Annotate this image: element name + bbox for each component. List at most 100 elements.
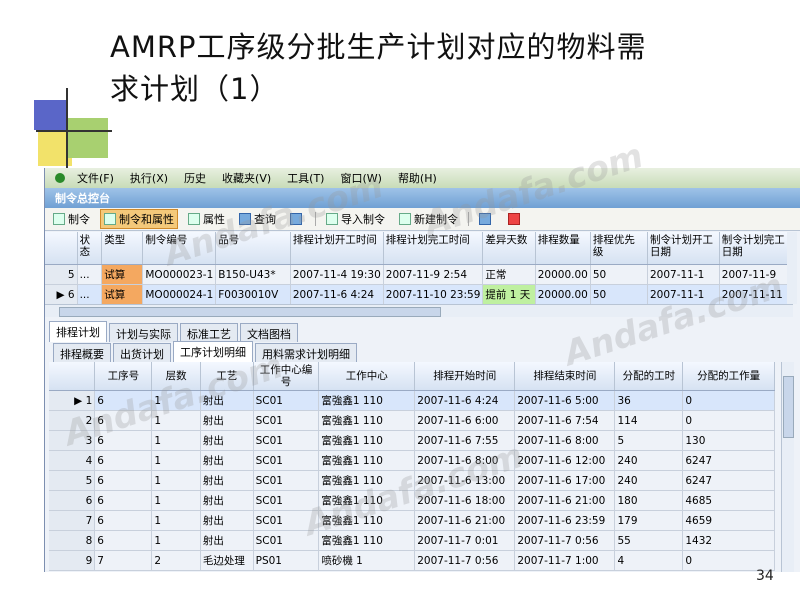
cell[interactable]: 试算 bbox=[101, 284, 144, 305]
column-header[interactable]: 工作中心编号 bbox=[253, 362, 320, 391]
menu-item-history[interactable]: 历史 bbox=[184, 170, 206, 186]
cell[interactable]: SC01 bbox=[253, 390, 320, 411]
toolbar-close-button[interactable] bbox=[504, 211, 527, 227]
cell[interactable]: 2007-11-6 4:24 bbox=[414, 390, 516, 411]
column-header[interactable]: 工序号 bbox=[94, 362, 153, 391]
toolbar-attr-button[interactable]: 属性 bbox=[184, 209, 229, 229]
cell[interactable]: SC01 bbox=[253, 470, 320, 491]
cell[interactable]: 2007-11-6 6:00 bbox=[414, 410, 516, 431]
cell[interactable]: 2007-11-4 19:30 bbox=[290, 264, 384, 285]
column-header[interactable]: 排程开始时间 bbox=[414, 362, 516, 391]
menu-item-help[interactable]: 帮助(H) bbox=[398, 170, 437, 186]
cell[interactable]: 富強鑫1 110 bbox=[318, 450, 416, 471]
cell[interactable]: 2007-11-6 17:00 bbox=[514, 470, 616, 491]
cell[interactable]: 2007-11-1 bbox=[647, 284, 720, 305]
cell[interactable]: 130 bbox=[682, 430, 775, 451]
scrollbar-thumb[interactable] bbox=[59, 307, 441, 317]
cell[interactable]: 4 bbox=[614, 550, 684, 571]
cell[interactable]: 1432 bbox=[682, 530, 775, 551]
cell[interactable]: ... bbox=[77, 264, 103, 285]
table-row[interactable]: 3 6 1 射出 SC01 富強鑫1 110 2007-11-6 7:55 20… bbox=[49, 430, 775, 451]
cell[interactable]: 2007-11-6 5:00 bbox=[514, 390, 616, 411]
toolbar-order-button[interactable]: 制令 bbox=[49, 209, 94, 229]
tab-schedule-plan[interactable]: 排程计划 bbox=[49, 321, 107, 342]
cell[interactable]: 6 bbox=[94, 410, 153, 431]
cell[interactable]: 1 bbox=[151, 430, 201, 451]
column-header[interactable]: 状态 bbox=[77, 232, 103, 265]
cell[interactable]: 2007-11-9 2:54 bbox=[383, 264, 484, 285]
cell[interactable]: 2007-11-11 bbox=[719, 284, 794, 305]
cell[interactable]: SC01 bbox=[253, 490, 320, 511]
cell[interactable]: 55 bbox=[614, 530, 684, 551]
cell[interactable]: 1 bbox=[151, 490, 201, 511]
cell[interactable]: 2007-11-6 7:54 bbox=[514, 410, 616, 431]
menu-item-execute[interactable]: 执行(X) bbox=[130, 170, 168, 186]
cell[interactable]: 240 bbox=[614, 450, 684, 471]
tab-standard-process[interactable]: 标准工艺 bbox=[180, 323, 238, 342]
tab-material-plan-detail[interactable]: 用料需求计划明细 bbox=[255, 343, 357, 362]
column-header[interactable]: 分配的工时 bbox=[614, 362, 684, 391]
cell[interactable]: 6247 bbox=[682, 470, 775, 491]
cell[interactable]: 2007-11-7 1:00 bbox=[514, 550, 616, 571]
table-row[interactable]: 6 6 1 射出 SC01 富強鑫1 110 2007-11-6 18:00 2… bbox=[49, 490, 775, 511]
tab-shipping-plan[interactable]: 出货计划 bbox=[113, 343, 171, 362]
cell[interactable]: ... bbox=[77, 284, 103, 305]
cell[interactable]: SC01 bbox=[253, 450, 320, 471]
column-header[interactable]: 层数 bbox=[151, 362, 201, 391]
tab-plan-vs-actual[interactable]: 计划与实际 bbox=[109, 323, 178, 342]
cell[interactable]: 6 bbox=[94, 490, 153, 511]
cell[interactable]: 5 bbox=[614, 430, 684, 451]
table-row[interactable]: 5 6 1 射出 SC01 富強鑫1 110 2007-11-6 13:00 2… bbox=[49, 470, 775, 491]
cell[interactable]: 2007-11-6 12:00 bbox=[514, 450, 616, 471]
process-grid-vertical-scrollbar[interactable] bbox=[781, 362, 794, 572]
column-header[interactable]: 工艺 bbox=[200, 362, 254, 391]
column-header[interactable]: 排程数量 bbox=[535, 232, 591, 265]
cell[interactable]: SC01 bbox=[253, 530, 320, 551]
cell[interactable]: 0 bbox=[682, 410, 775, 431]
scrollbar-thumb[interactable] bbox=[783, 376, 794, 438]
cell[interactable]: 6 bbox=[94, 450, 153, 471]
cell[interactable]: 富強鑫1 110 bbox=[318, 510, 416, 531]
cell[interactable]: 1 bbox=[151, 530, 201, 551]
table-row[interactable]: 5 ... 试算 MO000023-1 B150-U43* 2007-11-4 … bbox=[45, 264, 794, 285]
column-header[interactable]: 类型 bbox=[101, 232, 144, 265]
cell[interactable]: 7 bbox=[94, 550, 153, 571]
table-row[interactable]: 4 6 1 射出 SC01 富強鑫1 110 2007-11-6 8:00 20… bbox=[49, 450, 775, 471]
cell[interactable]: 富強鑫1 110 bbox=[318, 530, 416, 551]
toolbar-new-order-button[interactable]: 新建制令 bbox=[395, 209, 462, 229]
column-header[interactable]: 分配的工作量 bbox=[682, 362, 775, 391]
column-header[interactable]: 制令编号 bbox=[142, 232, 217, 265]
cell[interactable]: 50 bbox=[590, 264, 648, 285]
cell[interactable]: 射出 bbox=[200, 470, 254, 491]
column-header[interactable]: 排程结束时间 bbox=[514, 362, 616, 391]
cell[interactable]: MO000023-1 bbox=[142, 264, 217, 285]
toolbar-order-attr-button[interactable]: 制令和属性 bbox=[100, 209, 178, 229]
cell[interactable]: 2007-11-6 23:59 bbox=[514, 510, 616, 531]
column-header[interactable]: 排程计划完工时间 bbox=[383, 232, 484, 265]
cell[interactable]: 2007-11-6 18:00 bbox=[414, 490, 516, 511]
cell[interactable]: 2 bbox=[151, 550, 201, 571]
cell[interactable]: 2007-11-1 bbox=[647, 264, 720, 285]
cell[interactable]: 0 bbox=[682, 390, 775, 411]
cell[interactable]: 2007-11-9 bbox=[719, 264, 794, 285]
column-header[interactable]: 差异天数 bbox=[482, 232, 536, 265]
order-grid-horizontal-scrollbar[interactable] bbox=[45, 304, 793, 317]
cell[interactable]: 20000.00 bbox=[535, 264, 591, 285]
column-header[interactable]: 制令计划开工日期 bbox=[647, 232, 720, 265]
table-row[interactable]: ▶ 6 ... 试算 MO000024-1 F0030010V 2007-11-… bbox=[45, 284, 794, 305]
cell[interactable]: 2007-11-6 7:55 bbox=[414, 430, 516, 451]
cell[interactable]: 2007-11-7 0:56 bbox=[414, 550, 516, 571]
cell[interactable]: 射出 bbox=[200, 390, 254, 411]
cell[interactable]: 1 bbox=[151, 470, 201, 491]
cell[interactable]: 50 bbox=[590, 284, 648, 305]
cell[interactable]: 射出 bbox=[200, 410, 254, 431]
cell[interactable]: 1 bbox=[151, 510, 201, 531]
menu-item-window[interactable]: 窗口(W) bbox=[340, 170, 381, 186]
cell[interactable]: 毛边处理 bbox=[200, 550, 254, 571]
table-row[interactable]: ▶ 1 6 1 射出 SC01 富強鑫1 110 2007-11-6 4:24 … bbox=[49, 390, 775, 411]
cell[interactable]: F0030010V bbox=[215, 284, 291, 305]
table-row[interactable]: 7 6 1 射出 SC01 富強鑫1 110 2007-11-6 21:00 2… bbox=[49, 510, 775, 531]
tab-documents[interactable]: 文档图档 bbox=[240, 323, 298, 342]
order-grid-vertical-scrollbar[interactable] bbox=[787, 232, 797, 304]
cell[interactable]: SC01 bbox=[253, 410, 320, 431]
